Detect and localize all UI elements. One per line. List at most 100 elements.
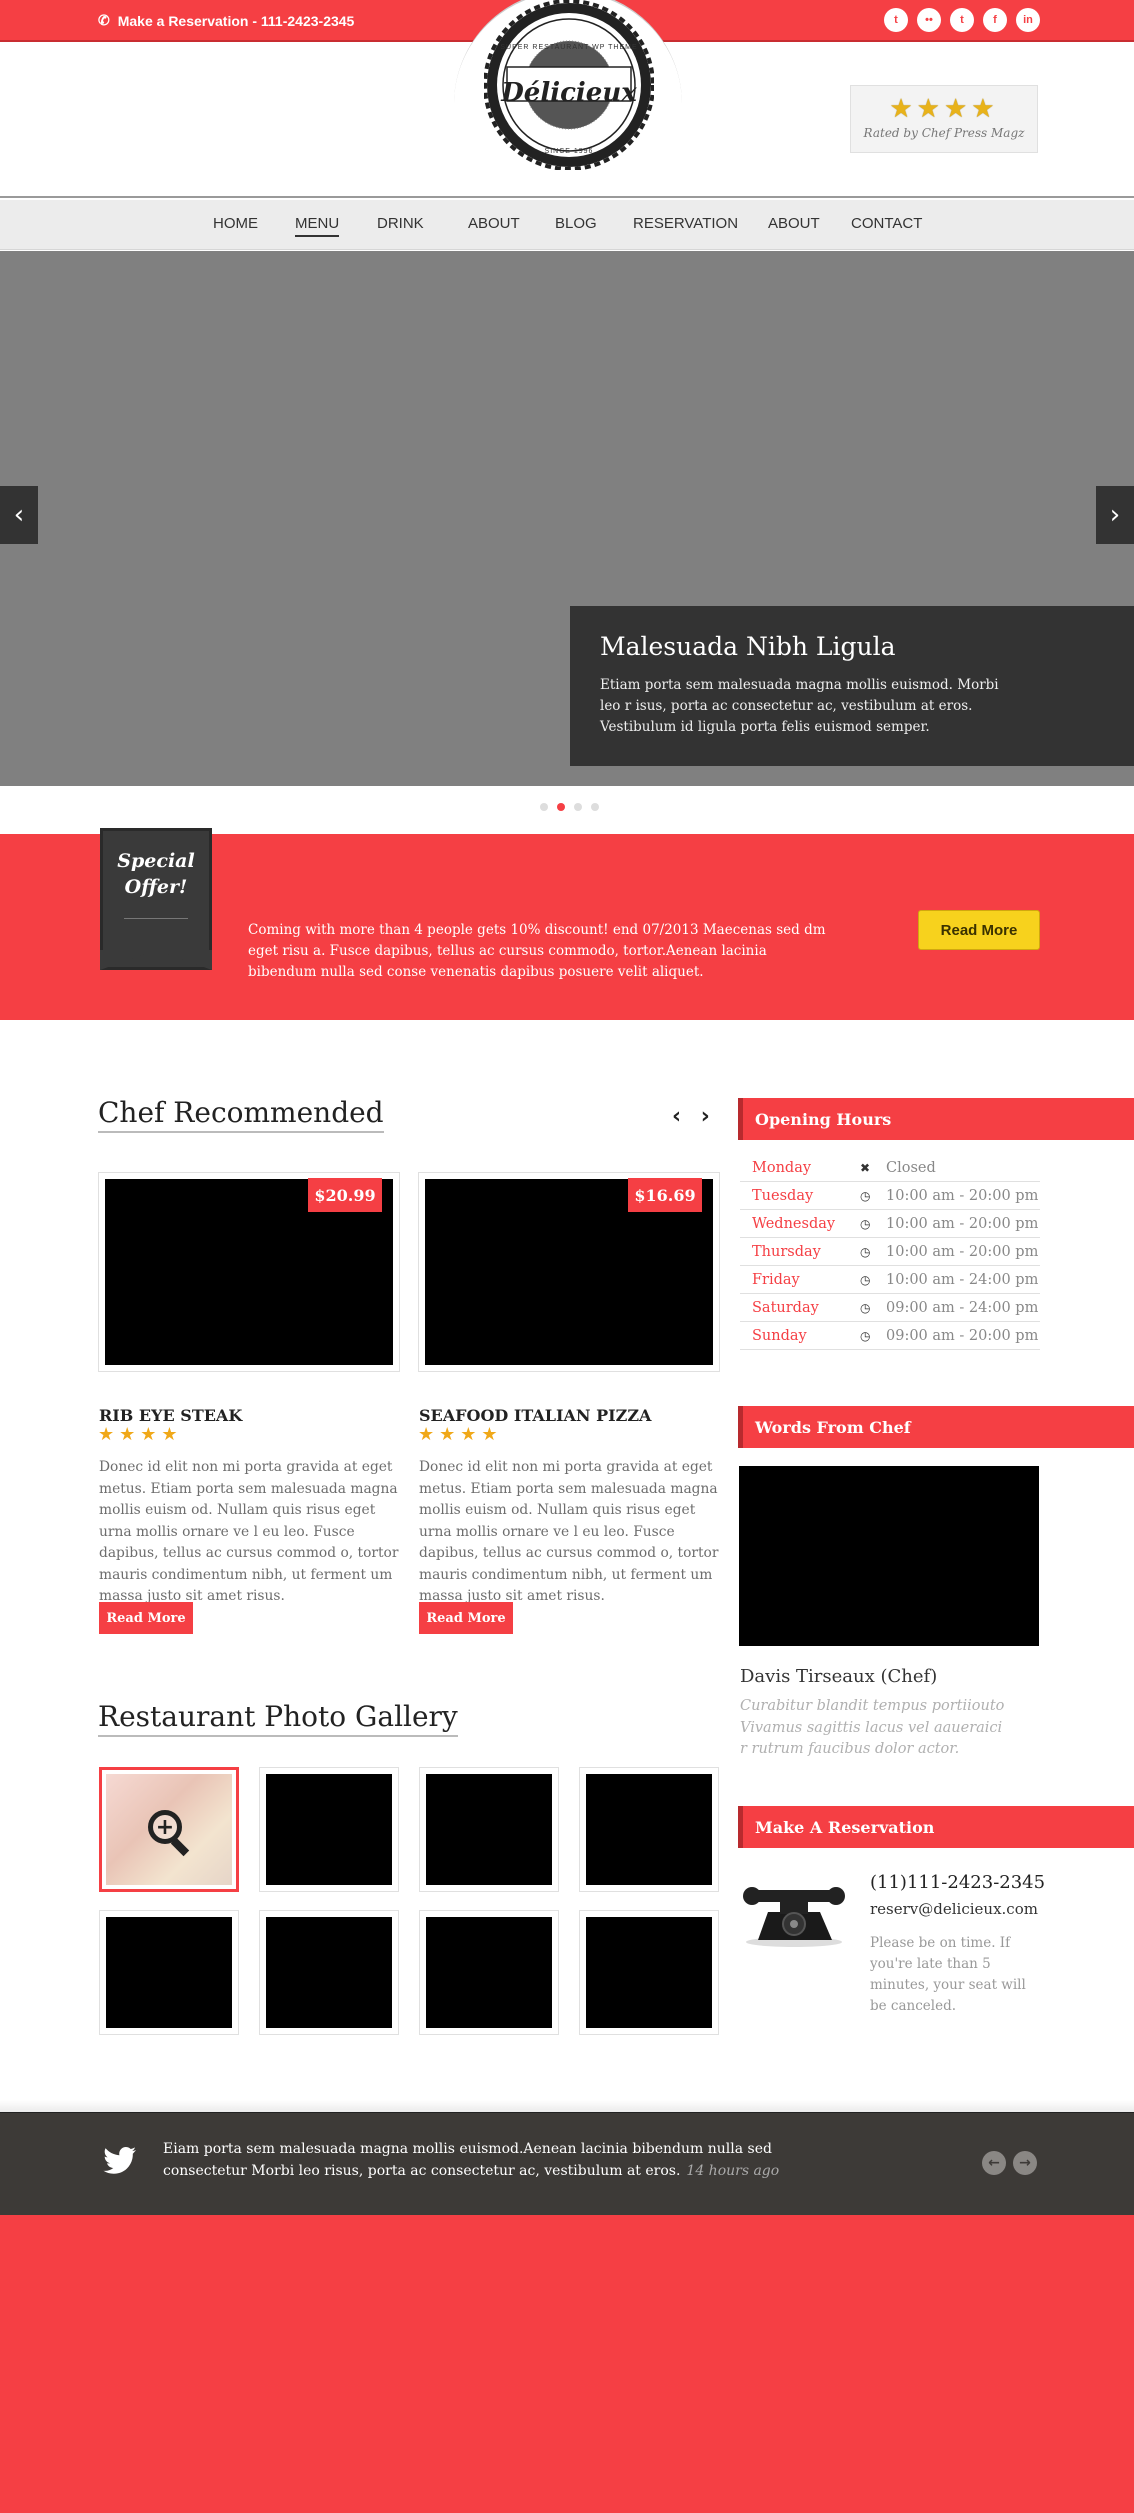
hours-day: Thursday: [752, 1243, 821, 1260]
dish-description: Donec id elit non mi porta gravida at eg…: [99, 1459, 399, 1604]
clock-icon: ◷: [860, 1272, 871, 1287]
dish-read-more-button[interactable]: Read More: [419, 1602, 513, 1634]
hours-time: 10:00 am - 24:00 pm: [886, 1271, 1039, 1288]
hours-day: Wednesday: [752, 1215, 836, 1232]
slider-dot[interactable]: [591, 803, 599, 811]
offer-text: Coming with more than 4 people gets 10% …: [248, 922, 826, 980]
slider-dot[interactable]: [574, 803, 582, 811]
nav-menu[interactable]: MENU: [295, 215, 340, 237]
reservation-label: Make a Reservation - 111-2423-2345: [117, 12, 355, 29]
tweet-prev-button[interactable]: ←: [982, 2151, 1006, 2175]
slider-dot[interactable]: [540, 803, 548, 811]
telephone-icon: [743, 1887, 845, 1947]
dish-name[interactable]: RIB EYE STEAK: [99, 1406, 242, 1425]
hours-time: Closed: [886, 1159, 936, 1176]
gallery-thumb[interactable]: [259, 1767, 399, 1892]
hours-day: Sunday: [752, 1327, 807, 1344]
dish-price: $16.69: [628, 1178, 702, 1212]
gallery-thumb[interactable]: [419, 1910, 559, 2035]
hours-row: Sunday ◷ 09:00 am - 20:00 pm: [740, 1322, 1040, 1350]
hours-row: Monday ✖ Closed: [740, 1154, 1040, 1182]
phone-icon: ✆: [98, 12, 110, 28]
gallery-thumb[interactable]: [579, 1910, 719, 2035]
facebook-icon[interactable]: f: [983, 8, 1007, 32]
twitter-bird-icon: [103, 2147, 136, 2174]
offer-read-more-button[interactable]: Read More: [918, 910, 1040, 950]
rating-label: Rated by Chef Press Magz: [863, 126, 1025, 140]
nav-drink[interactable]: DRINK: [377, 215, 424, 232]
slider-dot-active[interactable]: [557, 803, 565, 811]
hours-day: Saturday: [752, 1299, 819, 1316]
nav-home[interactable]: HOME: [213, 215, 258, 232]
nav-about[interactable]: ABOUT: [468, 215, 520, 232]
hours-row: Wednesday ◷ 10:00 am - 20:00 pm: [740, 1210, 1040, 1238]
slider-caption: Malesuada Nibh Ligula Etiam porta sem ma…: [570, 606, 1134, 766]
ribbon-line-1: Special: [117, 850, 195, 872]
slider-prev-button[interactable]: ‹: [0, 486, 38, 544]
dish-name[interactable]: SEAFOOD ITALIAN PIZZA: [419, 1406, 651, 1425]
offer-ribbon-tail: [100, 950, 212, 970]
nav-reservation[interactable]: RESERVATION: [633, 215, 738, 232]
clock-icon: ◷: [860, 1328, 871, 1343]
reservation-phone-number[interactable]: (11)111-2423-2345: [870, 1872, 1045, 1893]
clock-icon: ◷: [860, 1300, 871, 1315]
chef-recommended-title: Chef Recommended: [98, 1096, 384, 1133]
hours-time: 09:00 am - 20:00 pm: [886, 1327, 1039, 1344]
dish-carousel-arrows[interactable]: ‹ ›: [672, 1104, 716, 1129]
reservation-phone[interactable]: ✆ Make a Reservation - 111-2423-2345: [98, 12, 354, 29]
gallery-thumb[interactable]: [99, 1910, 239, 2035]
hours-time: 10:00 am - 20:00 pm: [886, 1187, 1039, 1204]
hours-time: 10:00 am - 20:00 pm: [886, 1243, 1039, 1260]
tweet-text: Eiam porta sem malesuada magna mollis eu…: [163, 2138, 803, 2182]
tumblr-icon[interactable]: t: [950, 8, 974, 32]
opening-hours-table: Monday ✖ Closed Tuesday ◷ 10:00 am - 20:00 p…: [740, 1154, 1040, 1350]
rating-stars: ★★★★: [889, 94, 999, 124]
clock-icon: ◷: [860, 1188, 871, 1203]
chef-video[interactable]: [739, 1466, 1039, 1646]
hours-time: 09:00 am - 24:00 pm: [886, 1299, 1039, 1316]
ribbon-line-2: Offer!: [124, 876, 188, 898]
nav-contact[interactable]: CONTACT: [851, 215, 922, 232]
ribbon-divider: [124, 918, 188, 919]
tweet-body: Eiam porta sem malesuada magna mollis eu…: [163, 2141, 772, 2179]
logo-name: Délicieux: [501, 78, 637, 108]
footer-bottom: [0, 2215, 1134, 2513]
gallery-thumb[interactable]: [579, 1767, 719, 1892]
hours-row: Friday ◷ 10:00 am - 24:00 pm: [740, 1266, 1040, 1294]
reservation-note: Please be on time. If you're late than 5…: [870, 1935, 1026, 2014]
gallery-title: Restaurant Photo Gallery: [98, 1700, 458, 1737]
hours-time: 10:00 am - 20:00 pm: [886, 1215, 1039, 1232]
dish-stars: ★★★★: [418, 1424, 503, 1445]
social-links: t •• t f in: [884, 8, 1040, 32]
dish-read-more-button[interactable]: Read More: [99, 1602, 193, 1634]
gallery-thumb[interactable]: [259, 1910, 399, 2035]
slider-next-button[interactable]: ›: [1096, 486, 1134, 544]
logo-top-text: SUPER RESTAURANT WP THEME: [500, 44, 638, 51]
reservation-header: Make A Reservation: [738, 1806, 1134, 1848]
reservation-email[interactable]: reserv@delicieux.com: [870, 1900, 1038, 1918]
dish-price: $20.99: [308, 1178, 382, 1212]
hours-row: Thursday ◷ 10:00 am - 20:00 pm: [740, 1238, 1040, 1266]
hours-row: Tuesday ◷ 10:00 am - 20:00 pm: [740, 1182, 1040, 1210]
tweet-time: 14 hours ago: [686, 2163, 780, 2179]
gallery-thumb[interactable]: [419, 1767, 559, 1892]
logo-bottom-text: SINCE 1996: [544, 148, 594, 155]
dish-description: Donec id elit non mi porta gravida at eg…: [419, 1459, 719, 1604]
twitter-icon[interactable]: t: [884, 8, 908, 32]
offer-ribbon-text: Special Offer!: [100, 848, 212, 900]
chef-name: Davis Tirseaux (Chef): [740, 1666, 938, 1687]
rating-box: ★★★★ Rated by Chef Press Magz: [850, 85, 1038, 153]
linkedin-icon[interactable]: in: [1016, 8, 1040, 32]
tweet-next-button[interactable]: →: [1013, 2151, 1037, 2175]
nav-blog[interactable]: BLOG: [555, 215, 597, 232]
slider-dots: [540, 803, 599, 811]
hours-day: Tuesday: [752, 1187, 814, 1204]
hours-day: Monday: [752, 1159, 812, 1176]
words-from-chef-header: Words From Chef: [738, 1406, 1134, 1448]
clock-icon: ◷: [860, 1216, 871, 1231]
hours-row: Saturday ◷ 09:00 am - 24:00 pm: [740, 1294, 1040, 1322]
nav-about-2[interactable]: ABOUT: [768, 215, 820, 232]
flickr-icon[interactable]: ••: [917, 8, 941, 32]
clock-icon: ◷: [860, 1244, 871, 1259]
caption-text: Etiam porta sem malesuada magna mollis e…: [600, 677, 999, 735]
